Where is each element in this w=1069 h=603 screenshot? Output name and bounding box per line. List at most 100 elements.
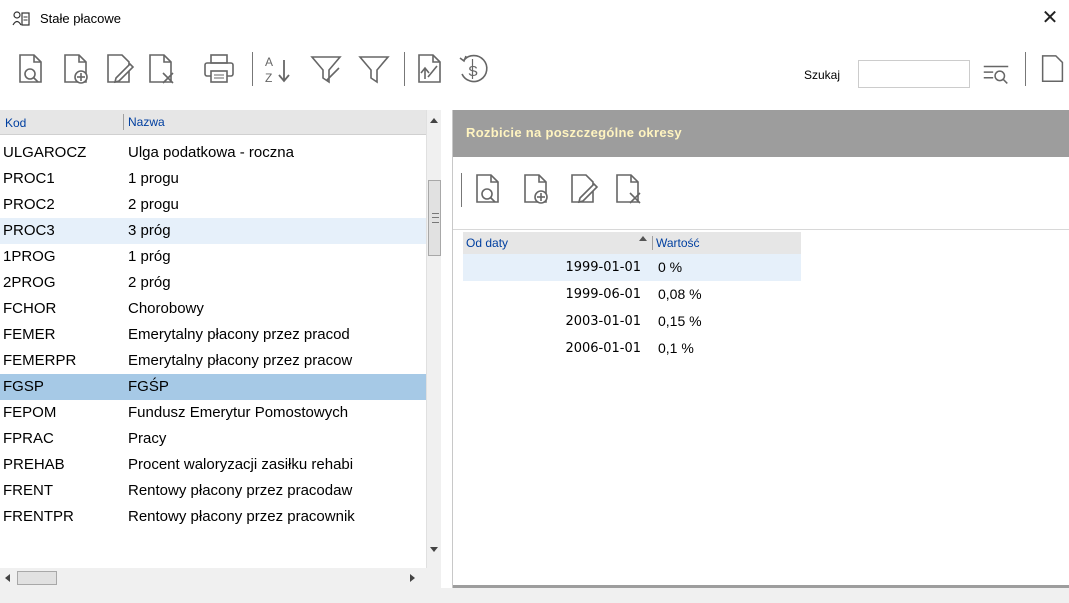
svg-text:Z: Z [265, 71, 272, 85]
cell-wartosc: 0 % [658, 259, 683, 275]
table-row[interactable]: 2006-01-01 0,1 % [463, 335, 801, 362]
sort-ascending-icon [639, 236, 647, 241]
periods-grid-header: Od daty Wartość [463, 232, 801, 254]
cell-kod: FEMER [3, 326, 56, 343]
cell-nazwa: Ulga podatkowa - roczna [128, 144, 294, 161]
table-row[interactable]: FEMERPR Emerytalny płacony przez pracow [0, 348, 426, 374]
cell-kod: FCHOR [3, 300, 57, 317]
filter-clear-icon[interactable] [309, 52, 343, 86]
constants-grid: Kod Nazwa ULGAROCZ Ulga podatkowa - roczn… [0, 110, 441, 588]
table-row[interactable]: FPRAC Pracy [0, 426, 426, 452]
cell-kod: PROC3 [3, 222, 55, 239]
cell-od-daty: 2003-01-01 [565, 314, 641, 329]
status-bar [0, 588, 1069, 603]
table-row[interactable]: FEPOM Fundusz Emerytur Pomostowych [0, 400, 426, 426]
edit-icon[interactable] [566, 172, 600, 206]
column-header-kod[interactable]: Kod [5, 116, 26, 130]
periods-panel: Rozbicie na poszczególne okresy Od daty … [453, 110, 1069, 588]
table-row[interactable]: FRENTPR Rentowy płacony przez pracownik [0, 504, 426, 530]
edit-icon[interactable] [102, 52, 136, 86]
cell-kod: FRENTPR [3, 508, 74, 525]
toolbar-separator [404, 52, 405, 86]
grid-header: Kod Nazwa [0, 110, 426, 135]
table-row-selected[interactable]: FGSP FGŚP [0, 374, 426, 400]
toolbar-separator [461, 173, 462, 207]
view-icon[interactable] [14, 52, 48, 86]
print-icon[interactable] [202, 52, 236, 86]
table-row[interactable]: 2003-01-01 0,15 % [463, 308, 801, 335]
delete-icon[interactable] [611, 172, 645, 206]
table-row[interactable]: FEMER Emerytalny płacony przez pracod [0, 322, 426, 348]
delete-icon[interactable] [144, 52, 178, 86]
cell-nazwa: 3 próg [128, 222, 171, 239]
cell-nazwa: Rentowy płacony przez pracownik [128, 508, 355, 525]
cell-nazwa: 1 progu [128, 170, 179, 187]
search-icon[interactable] [980, 58, 1012, 90]
cell-nazwa: Chorobowy [128, 300, 204, 317]
table-row[interactable]: PROC1 1 progu [0, 166, 426, 192]
vertical-scrollbar[interactable] [426, 110, 441, 568]
cell-kod: FEMERPR [3, 352, 77, 369]
cell-kod: FRENT [3, 482, 53, 499]
scroll-up-icon[interactable] [430, 118, 438, 123]
filter-icon[interactable] [357, 52, 391, 86]
view-icon[interactable] [1037, 52, 1069, 86]
window-title: Stałe płacowe [40, 11, 121, 26]
periods-grid: Od daty Wartość 1999-01-01 0 % 1999-06-01… [463, 232, 801, 362]
cell-kod: FEPOM [3, 404, 57, 421]
periods-toolbar [453, 157, 1069, 230]
svg-text:A: A [265, 55, 273, 69]
scroll-down-icon[interactable] [430, 547, 438, 552]
table-row[interactable]: FRENT Rentowy płacony przez pracodaw [0, 478, 426, 504]
cell-wartosc: 0,08 % [658, 286, 702, 302]
export-icon[interactable] [413, 52, 447, 86]
table-row[interactable]: PREHAB Procent waloryzacji zasiłku rehabi [0, 452, 426, 478]
cell-nazwa: Rentowy płacony przez pracodaw [128, 482, 353, 499]
column-header-nazwa[interactable]: Nazwa [123, 114, 165, 130]
add-icon[interactable] [59, 52, 93, 86]
table-row[interactable]: PROC3 3 próg [0, 218, 426, 244]
title-bar: Stałe płacowe ✕ [0, 0, 1069, 36]
scrollbar-thumb[interactable] [428, 180, 441, 256]
column-header-wartosc[interactable]: Wartość [652, 236, 700, 250]
table-row[interactable]: ULGAROCZ Ulga podatkowa - roczna [0, 140, 426, 166]
cell-kod: ULGAROCZ [3, 144, 87, 161]
table-row[interactable]: 1PROG 1 próg [0, 244, 426, 270]
cell-nazwa: FGŚP [128, 378, 169, 395]
grid-rows: ULGAROCZ Ulga podatkowa - roczna PROC1 1 p… [0, 140, 426, 530]
cell-od-daty: 1999-06-01 [565, 287, 641, 302]
cell-kod: PREHAB [3, 456, 65, 473]
cell-nazwa: Fundusz Emerytur Pomostowych [128, 404, 349, 421]
scrollbar-thumb[interactable] [17, 571, 57, 585]
sort-az-icon[interactable]: A Z [262, 52, 296, 86]
cell-nazwa: Pracy [128, 430, 167, 447]
add-icon[interactable] [519, 172, 553, 206]
cell-kod: FPRAC [3, 430, 54, 447]
cell-nazwa: 1 próg [128, 248, 171, 265]
currency-icon[interactable]: S [456, 52, 490, 86]
cell-nazwa: 2 progu [128, 196, 179, 213]
view-icon[interactable] [471, 172, 505, 206]
cell-nazwa: 2 próg [128, 274, 171, 291]
horizontal-scrollbar[interactable] [0, 568, 441, 588]
app-icon [12, 11, 30, 26]
table-row[interactable]: PROC2 2 progu [0, 192, 426, 218]
toolbar-separator [252, 52, 253, 86]
main-toolbar: A Z S Szukaj [0, 38, 1069, 108]
cell-wartosc: 0,1 % [658, 340, 694, 356]
table-row[interactable]: 1999-01-01 0 % [463, 254, 801, 281]
cell-wartosc: 0,15 % [658, 313, 702, 329]
cell-kod: PROC2 [3, 196, 55, 213]
column-header-od-daty[interactable]: Od daty [466, 236, 508, 250]
scroll-right-icon[interactable] [410, 574, 415, 582]
cell-od-daty: 1999-01-01 [565, 260, 641, 275]
table-row[interactable]: FCHOR Chorobowy [0, 296, 426, 322]
table-row[interactable]: 1999-06-01 0,08 % [463, 281, 801, 308]
cell-nazwa: Emerytalny płacony przez pracod [128, 326, 350, 343]
cell-nazwa: Procent waloryzacji zasiłku rehabi [128, 456, 354, 473]
search-label: Szukaj [804, 68, 841, 82]
scroll-left-icon[interactable] [5, 574, 10, 582]
table-row[interactable]: 2PROG 2 próg [0, 270, 426, 296]
close-button[interactable]: ✕ [1037, 5, 1063, 31]
search-input[interactable] [858, 60, 970, 88]
